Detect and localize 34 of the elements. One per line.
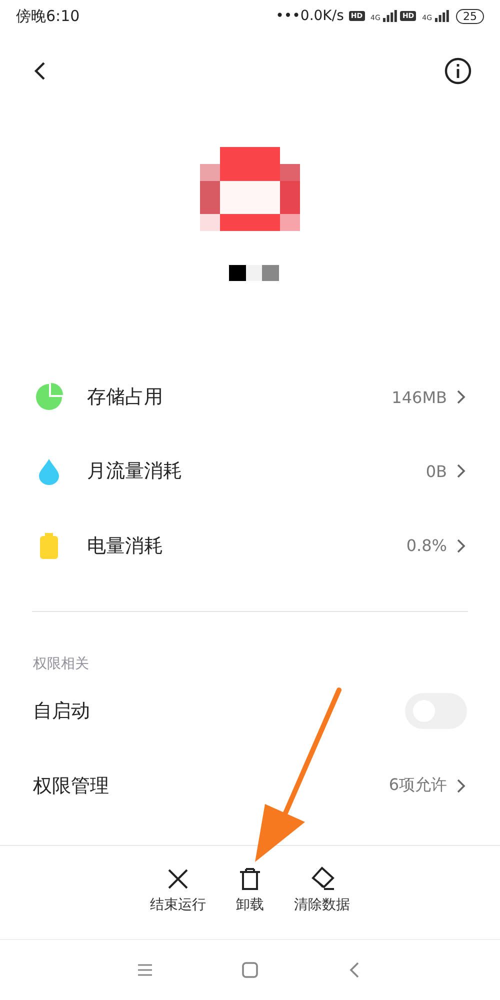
chevron-icon — [455, 389, 467, 405]
signal-icon — [383, 10, 398, 22]
setting-row[interactable]: 自启动 — [0, 673, 500, 748]
redacted-name — [229, 265, 279, 281]
app-icon — [200, 147, 300, 231]
section-title: 权限相关 — [32, 655, 90, 673]
chevron-icon — [455, 778, 467, 794]
chevron-icon — [455, 538, 467, 554]
usage-row[interactable]: 电量消耗 0.8% — [0, 508, 500, 583]
setting-row[interactable]: 权限管理 6项允许 — [0, 748, 500, 823]
action-button[interactable]: 清除数据 — [294, 846, 350, 939]
action-button[interactable]: 卸载 — [236, 846, 264, 939]
battery-level: 25 — [456, 8, 484, 24]
usage-row[interactable]: 月流量消耗 0B — [0, 434, 500, 508]
usage-row[interactable]: 存储占用 146MB — [0, 360, 500, 434]
chevron-icon — [455, 463, 467, 480]
row-label: 存储占用 — [87, 385, 164, 410]
row-value: 6项允许 — [388, 775, 447, 796]
row-value: 0.8% — [406, 536, 447, 556]
row-label: 权限管理 — [33, 774, 110, 798]
eraser-icon — [309, 866, 335, 892]
row-value: 146MB — [392, 388, 447, 406]
info-icon[interactable] — [444, 57, 472, 85]
row-label: 月流量消耗 — [87, 459, 183, 484]
home-icon[interactable] — [241, 961, 259, 979]
signal-icon — [435, 10, 449, 22]
trash-icon — [237, 866, 263, 892]
network-speed: •••0.0K/s — [276, 8, 344, 24]
status-time: 傍晚6:10 — [16, 6, 80, 26]
menu-icon[interactable] — [137, 962, 153, 978]
row-value: 0B — [426, 462, 447, 481]
row-label: 自启动 — [33, 698, 91, 724]
row-label: 电量消耗 — [87, 534, 164, 559]
action-button[interactable]: 结束运行 — [150, 846, 206, 939]
